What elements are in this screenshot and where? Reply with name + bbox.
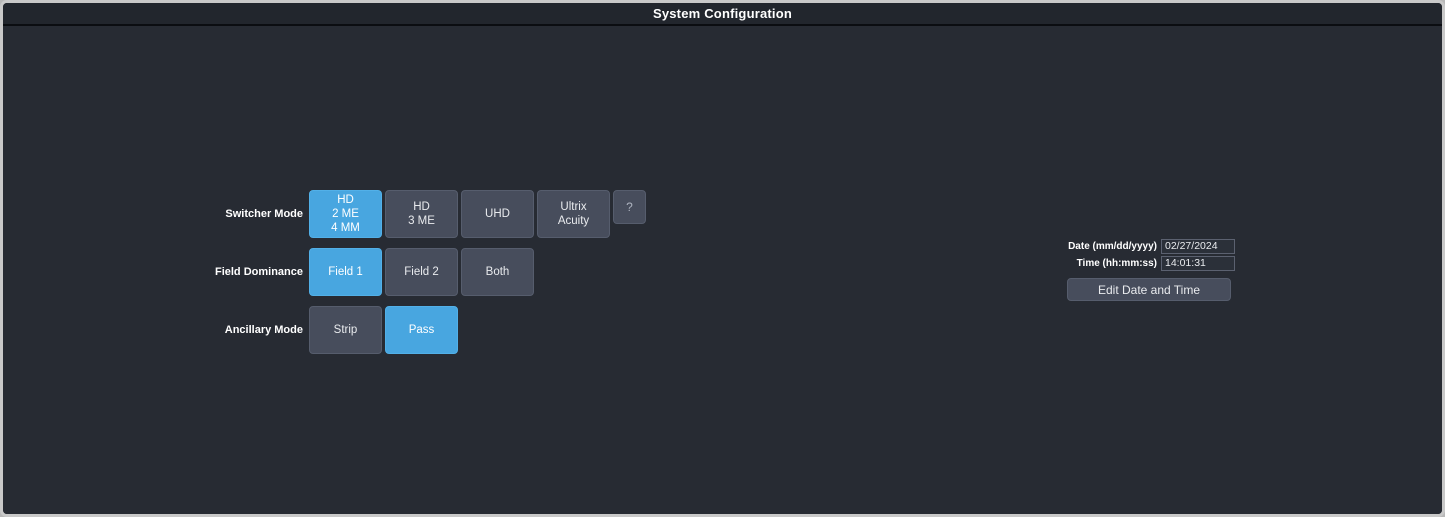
switcher-mode-option-hd-2-me-4-mm-line: 4 MM xyxy=(331,222,360,234)
control-row-field-dominance: Field Dominance Field 1 Field 2 Both xyxy=(3,248,663,301)
edit-date-and-time-button[interactable]: Edit Date and Time xyxy=(1067,278,1231,301)
field-dominance-option-field-2[interactable]: Field 2 xyxy=(385,248,458,296)
window-title: System Configuration xyxy=(652,6,793,21)
switcher-mode-option-uhd[interactable]: UHD xyxy=(461,190,534,238)
edit-date-and-time-label: Edit Date and Time xyxy=(1097,282,1201,297)
field-dominance-options: Field 1 Field 2 Both xyxy=(309,248,534,296)
field-dominance-option-both-line: Both xyxy=(485,266,510,278)
main-content-area: Switcher Mode HD 2 ME 4 MM HD 3 ME UHD Ultrix Ac… xyxy=(3,26,1442,514)
switcher-mode-help-icon[interactable]: ? xyxy=(613,190,646,224)
ancillary-mode-option-strip[interactable]: Strip xyxy=(309,306,382,354)
field-dominance-label: Field Dominance xyxy=(214,266,303,278)
control-row-switcher-mode: Switcher Mode HD 2 ME 4 MM HD 3 ME UHD Ultrix Ac… xyxy=(3,190,663,243)
time-value-field[interactable]: 14:01:31 xyxy=(1161,256,1235,271)
title-bar: System Configuration xyxy=(3,3,1442,26)
date-row: Date (mm/dd/yyyy) 02/27/2024 xyxy=(1067,239,1243,254)
switcher-mode-option-hd-2-me-4-mm-line: HD xyxy=(337,194,354,206)
switcher-mode-option-hd-3-me-line: 3 ME xyxy=(408,215,435,227)
ancillary-mode-label: Ancillary Mode xyxy=(224,324,303,336)
date-label: Date (mm/dd/yyyy) xyxy=(1068,241,1157,252)
switcher-mode-option-ultrix-acuity-line: Acuity xyxy=(557,215,590,227)
field-dominance-option-field-2-line: Field 2 xyxy=(404,266,439,278)
switcher-mode-option-uhd-line: UHD xyxy=(485,208,510,220)
field-dominance-option-field-1[interactable]: Field 1 xyxy=(309,248,382,296)
switcher-mode-option-ultrix-acuity-line: Ultrix xyxy=(560,201,587,213)
switcher-mode-option-ultrix-acuity[interactable]: Ultrix Acuity xyxy=(537,190,610,238)
ancillary-mode-option-pass-line: Pass xyxy=(408,324,435,336)
switcher-mode-option-hd-3-me-line: HD xyxy=(413,201,430,213)
field-dominance-option-both[interactable]: Both xyxy=(461,248,534,296)
field-dominance-option-field-1-line: Field 1 xyxy=(328,266,363,278)
switcher-mode-options: HD 2 ME 4 MM HD 3 ME UHD Ultrix Acuity? xyxy=(309,190,646,238)
time-label: Time (hh:mm:ss) xyxy=(1076,258,1157,269)
ancillary-mode-option-strip-line: Strip xyxy=(333,324,358,336)
switcher-mode-option-hd-3-me[interactable]: HD 3 ME xyxy=(385,190,458,238)
ancillary-mode-options: Strip Pass xyxy=(309,306,458,354)
system-configuration-window: System Configuration Switcher Mode HD 2 ME… xyxy=(0,0,1445,517)
date-value-field[interactable]: 02/27/2024 xyxy=(1161,239,1235,254)
control-row-ancillary-mode: Ancillary Mode Strip Pass xyxy=(3,306,663,359)
switcher-mode-option-hd-2-me-4-mm[interactable]: HD 2 ME 4 MM xyxy=(309,190,382,238)
switcher-mode-label: Switcher Mode xyxy=(225,208,303,220)
control-rows: Switcher Mode HD 2 ME 4 MM HD 3 ME UHD Ultrix Ac… xyxy=(3,190,663,364)
switcher-mode-option-hd-2-me-4-mm-line: 2 ME xyxy=(332,208,359,220)
ancillary-mode-option-pass[interactable]: Pass xyxy=(385,306,458,354)
time-row: Time (hh:mm:ss) 14:01:31 xyxy=(1067,256,1243,271)
date-time-panel: Date (mm/dd/yyyy) 02/27/2024 Time (hh:mm… xyxy=(1067,239,1243,301)
